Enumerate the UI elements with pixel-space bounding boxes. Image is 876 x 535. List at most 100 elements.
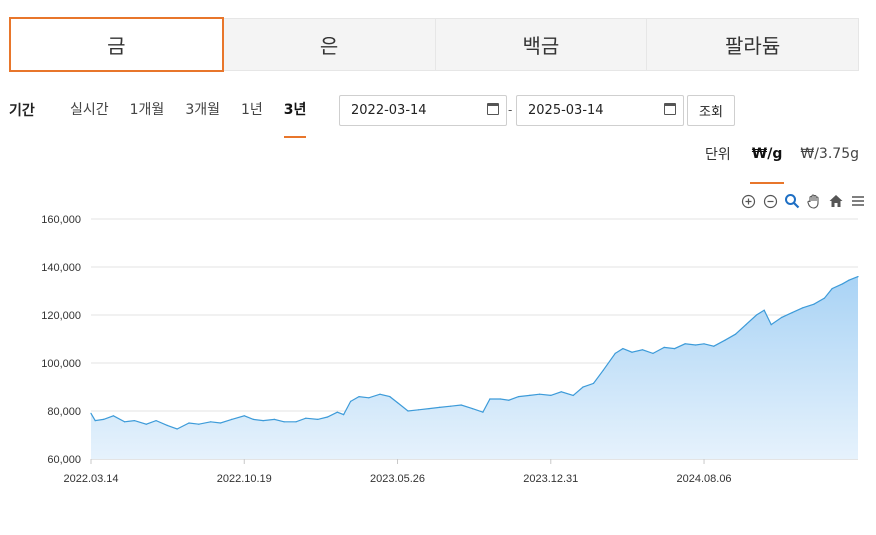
y-tick-label: 120,000 — [41, 310, 81, 322]
data-point — [529, 394, 531, 396]
tab-silver[interactable]: 은 — [223, 18, 436, 71]
search-button[interactable]: 조회 — [687, 95, 735, 126]
data-point — [724, 339, 726, 341]
y-tick-label: 140,000 — [41, 262, 81, 274]
data-point — [210, 421, 212, 423]
period-option-1month[interactable]: 1개월 — [130, 99, 165, 119]
data-point — [389, 396, 391, 398]
data-point — [734, 333, 737, 335]
data-point — [763, 309, 765, 311]
data-point — [438, 406, 441, 408]
data-point — [508, 399, 510, 401]
data-point — [243, 415, 245, 417]
data-point — [198, 423, 200, 425]
data-point — [745, 324, 747, 326]
metal-tabs: 금 은 백금 팔라듐 — [9, 17, 859, 73]
period-option-1year[interactable]: 1년 — [241, 99, 263, 119]
data-point — [517, 396, 520, 398]
data-point — [358, 396, 360, 398]
data-point — [842, 283, 844, 285]
unit-option-per-don[interactable]: ₩/3.75g — [800, 146, 859, 162]
data-point — [713, 345, 715, 347]
y-tick-label: 60,000 — [47, 454, 81, 466]
unit-option-per-gram[interactable]: ₩/g — [749, 146, 784, 184]
data-point — [622, 348, 624, 350]
data-point — [188, 422, 190, 424]
x-tick-label: 2023.05.26 — [370, 473, 425, 485]
data-point — [703, 343, 705, 345]
start-date-field[interactable]: 2022-03-14 — [339, 95, 507, 126]
period-option-3year[interactable]: 3년 — [283, 99, 306, 138]
end-date-value: 2025-03-14 — [528, 103, 604, 118]
calendar-icon[interactable] — [487, 103, 499, 115]
data-point — [94, 420, 96, 422]
x-tick-label: 2022.10.19 — [217, 473, 272, 485]
data-point — [460, 404, 462, 406]
data-point — [831, 288, 833, 290]
data-point — [802, 307, 804, 309]
data-point — [791, 312, 793, 314]
data-point — [560, 391, 562, 393]
data-point — [592, 382, 595, 384]
data-point — [499, 398, 501, 400]
data-point — [674, 348, 676, 350]
data-point — [450, 405, 452, 407]
data-point — [428, 408, 430, 410]
period-label: 기간 — [9, 103, 35, 119]
data-point — [166, 424, 168, 426]
data-point — [326, 416, 329, 418]
tab-label: 백금 — [522, 34, 560, 58]
tab-gold[interactable]: 금 — [9, 17, 224, 72]
data-point — [219, 422, 222, 424]
data-point — [813, 303, 815, 305]
end-date-field[interactable]: 2025-03-14 — [516, 95, 684, 126]
data-point — [407, 410, 409, 412]
data-point — [857, 276, 859, 278]
data-point — [572, 394, 574, 396]
data-point — [489, 398, 491, 400]
data-point — [350, 400, 352, 402]
data-point — [755, 314, 758, 316]
data-point — [417, 409, 420, 411]
x-tick-label: 2023.12.31 — [523, 473, 578, 485]
data-point — [305, 417, 307, 419]
data-point — [538, 393, 541, 395]
data-point — [368, 397, 370, 399]
data-point — [379, 393, 381, 395]
y-tick-label: 100,000 — [41, 358, 81, 370]
data-point — [123, 421, 126, 423]
tab-platinum[interactable]: 백금 — [435, 18, 648, 71]
data-point — [343, 414, 345, 416]
period-options: 실시간 1개월 3개월 1년 3년 — [70, 99, 327, 138]
tab-label: 팔라듐 — [725, 34, 781, 58]
calendar-icon[interactable] — [664, 103, 676, 115]
x-tick-label: 2022.03.14 — [63, 473, 118, 485]
data-point — [614, 352, 616, 354]
x-axis: 2022.03.14 2022.10.19 2023.05.26 2023.12.31… — [63, 459, 732, 485]
data-point — [145, 423, 147, 425]
search-button-label: 조회 — [699, 105, 723, 120]
data-point — [602, 369, 604, 371]
y-tick-label: 160,000 — [41, 214, 81, 226]
data-point — [90, 412, 92, 414]
period-option-realtime[interactable]: 실시간 — [70, 99, 109, 119]
data-point — [695, 344, 697, 346]
tab-palladium[interactable]: 팔라듐 — [647, 18, 859, 71]
data-point — [781, 316, 783, 318]
y-axis: 60,000 80,000 100,000 120,000 140,000 160,000 — [41, 214, 81, 466]
data-point — [273, 418, 275, 420]
date-separator: - — [508, 103, 513, 117]
price-chart[interactable]: 60,000 80,000 100,000 120,000 140,000 160,000… — [0, 205, 876, 495]
unit-row: 단위 ₩/g ₩/3.75g — [705, 144, 859, 184]
data-point — [684, 343, 686, 345]
data-point — [770, 324, 772, 326]
tab-label: 은 — [319, 34, 339, 58]
data-point — [252, 418, 254, 420]
x-tick-label: 2024.08.06 — [677, 473, 732, 485]
data-point — [848, 279, 850, 281]
y-tick-label: 80,000 — [47, 406, 81, 418]
data-point — [482, 411, 484, 413]
period-option-3month[interactable]: 3개월 — [185, 99, 220, 119]
price-area — [91, 276, 858, 459]
data-point — [396, 402, 399, 404]
